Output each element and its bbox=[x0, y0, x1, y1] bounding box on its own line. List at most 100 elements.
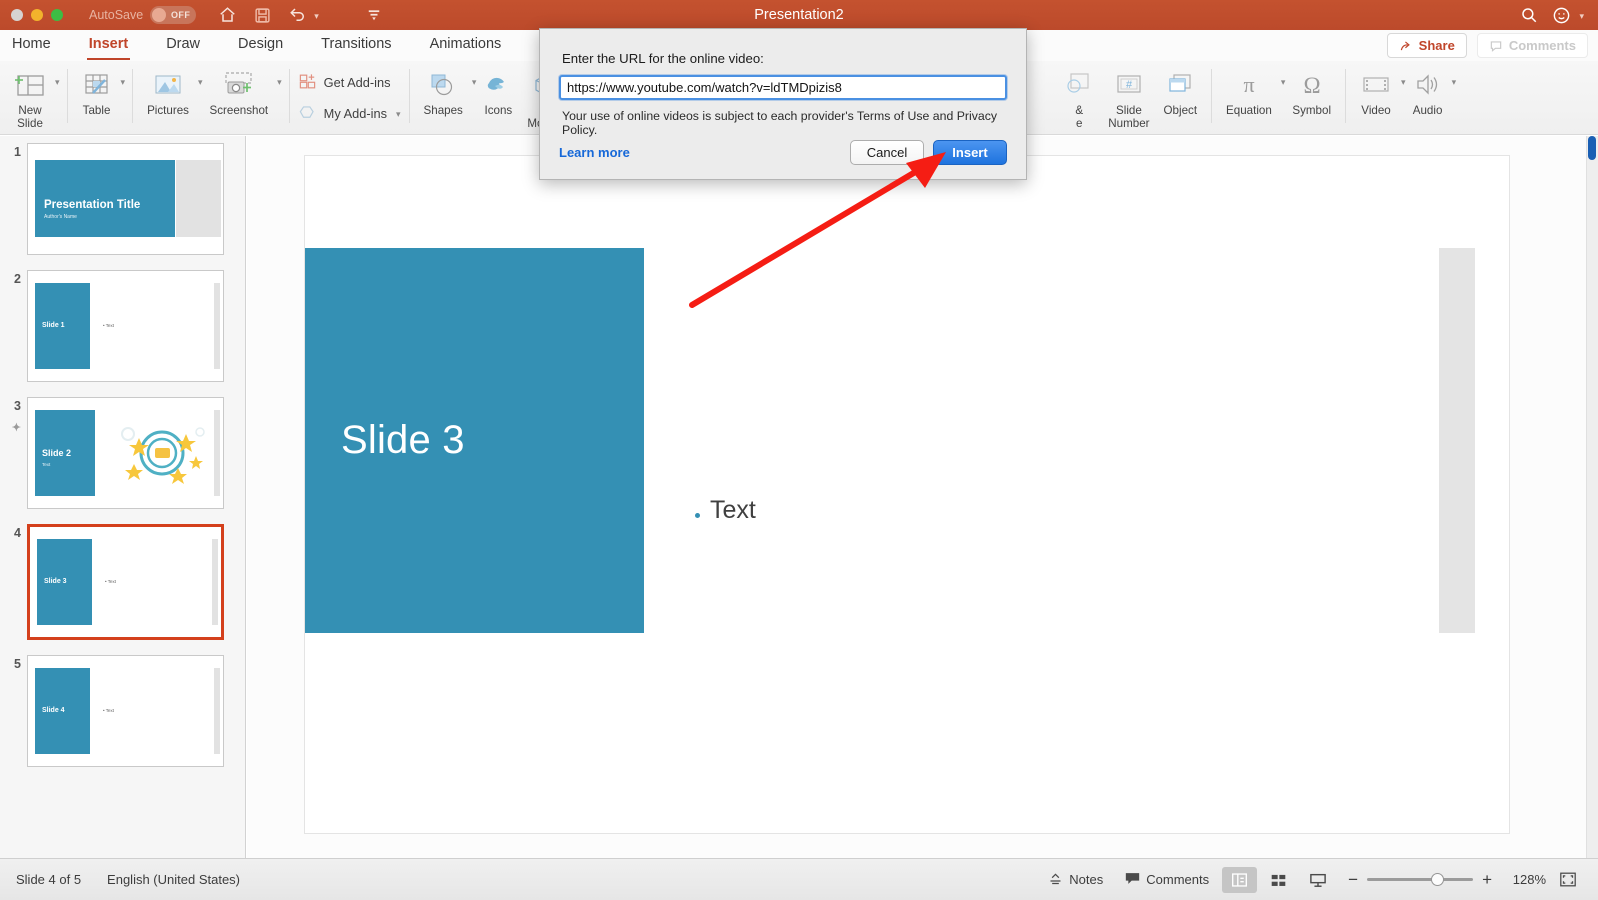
zoom-track[interactable] bbox=[1367, 873, 1474, 886]
my-addins-chevron-down-icon[interactable]: ▾ bbox=[396, 109, 401, 120]
autosave-toggle[interactable]: OFF bbox=[150, 6, 197, 24]
slide-canvas-area[interactable]: Slide 3 Text bbox=[247, 136, 1598, 858]
tab-animations[interactable]: Animations bbox=[430, 36, 502, 55]
home-icon[interactable] bbox=[218, 6, 237, 24]
autosave-knob bbox=[152, 8, 167, 22]
get-addins-button[interactable]: Get Add-ins bbox=[298, 72, 401, 94]
shapes-button[interactable]: Shapes bbox=[417, 61, 470, 118]
current-slide[interactable]: Slide 3 Text bbox=[305, 156, 1509, 833]
status-bar-right[interactable]: Notes Comments − + 128% bbox=[1039, 866, 1586, 893]
customize-toolbar-icon[interactable] bbox=[366, 8, 382, 22]
thumbnail-content: Presentation Title Author's Name bbox=[28, 144, 223, 254]
video-label: Video bbox=[1361, 104, 1391, 117]
minimize-window-button[interactable] bbox=[31, 9, 43, 21]
insert-video-dialog[interactable]: Enter the URL for the online video: http… bbox=[539, 28, 1027, 180]
zoom-in-button[interactable]: + bbox=[1482, 870, 1492, 890]
status-comments-button[interactable]: Comments bbox=[1116, 867, 1218, 893]
status-comments-label: Comments bbox=[1146, 872, 1210, 887]
undo-chevron-down-icon[interactable]: ▾ bbox=[314, 11, 319, 22]
header-footer-button[interactable]: & e bbox=[1057, 61, 1101, 130]
thumbnail-slide-3[interactable]: 3 ✦ Slide 2 Text bbox=[0, 397, 245, 509]
slide-sorter-view-button[interactable] bbox=[1261, 867, 1296, 893]
pictures-button[interactable]: Pictures bbox=[140, 61, 196, 118]
title-bar-actions[interactable]: ▾ bbox=[1520, 6, 1584, 25]
thumbnail-number: 4 bbox=[14, 526, 21, 540]
my-addins-icon bbox=[298, 103, 317, 125]
tab-home[interactable]: Home bbox=[12, 36, 51, 55]
canvas-scrollbar-thumb[interactable] bbox=[1588, 136, 1596, 160]
icons-button[interactable]: Icons bbox=[476, 61, 520, 118]
tab-draw[interactable]: Draw bbox=[166, 36, 200, 55]
thumbnail-frame[interactable]: Slide 2 Text bbox=[27, 397, 224, 509]
thumbnail-slide-5[interactable]: 5 Slide 4 • Text bbox=[0, 655, 245, 767]
thumbnail-frame[interactable]: Slide 4 • Text bbox=[27, 655, 224, 767]
thumbnail-number: 2 bbox=[14, 272, 21, 286]
zoom-knob[interactable] bbox=[1431, 873, 1445, 886]
slide-number-button[interactable]: # Slide Number bbox=[1101, 61, 1156, 130]
comments-button[interactable]: Comments bbox=[1476, 33, 1588, 58]
thumbnail-slide-1[interactable]: 1 Presentation Title Author's Name bbox=[0, 143, 245, 255]
language-indicator[interactable]: English (United States) bbox=[107, 872, 240, 887]
thumbnail-frame-selected[interactable]: Slide 3 • Text bbox=[27, 524, 224, 640]
window-controls[interactable] bbox=[11, 9, 63, 21]
slide-title-placeholder[interactable]: Slide 3 bbox=[305, 248, 644, 633]
video-button[interactable]: Video bbox=[1353, 61, 1399, 118]
new-slide-button[interactable]: New Slide bbox=[7, 61, 53, 130]
screenshot-chevron-down-icon[interactable]: ▾ bbox=[277, 77, 282, 88]
audio-chevron-down-icon[interactable]: ▾ bbox=[1452, 77, 1457, 88]
tab-insert[interactable]: Insert bbox=[86, 36, 130, 60]
zoom-out-button[interactable]: − bbox=[1348, 870, 1358, 890]
fit-to-window-button[interactable] bbox=[1550, 866, 1586, 893]
quick-access-toolbar[interactable]: ▾ bbox=[218, 6, 382, 24]
zoom-slider[interactable]: − + bbox=[1348, 870, 1492, 890]
account-chevron-down-icon[interactable]: ▾ bbox=[1579, 11, 1584, 22]
table-chevron-down-icon[interactable]: ▾ bbox=[121, 77, 126, 88]
notes-button[interactable]: Notes bbox=[1039, 867, 1112, 893]
table-button[interactable]: Table bbox=[75, 61, 119, 118]
slide-thumbnail-panel[interactable]: 1 Presentation Title Author's Name 2 Sli… bbox=[0, 136, 246, 858]
status-bar: Slide 4 of 5 English (United States) Not… bbox=[0, 858, 1598, 900]
audio-button[interactable]: Audio bbox=[1406, 61, 1450, 118]
object-label: Object bbox=[1163, 104, 1198, 117]
cancel-button[interactable]: Cancel bbox=[850, 140, 924, 165]
insert-button[interactable]: Insert bbox=[933, 140, 1007, 165]
screenshot-button[interactable]: Screenshot bbox=[202, 61, 275, 118]
equation-button[interactable]: π Equation bbox=[1219, 61, 1279, 118]
share-button[interactable]: Share bbox=[1386, 33, 1467, 58]
slide-right-placeholder[interactable] bbox=[1439, 248, 1475, 633]
thumbnail-frame[interactable]: Slide 1 • Text bbox=[27, 270, 224, 382]
autosave-label: AutoSave bbox=[89, 8, 144, 22]
undo-icon[interactable] bbox=[288, 6, 308, 24]
autosave-state: OFF bbox=[171, 10, 191, 20]
normal-view-button[interactable] bbox=[1222, 866, 1258, 893]
dialog-buttons[interactable]: Cancel Insert bbox=[850, 140, 1007, 165]
account-smiley-icon[interactable] bbox=[1552, 6, 1571, 25]
learn-more-link[interactable]: Learn more bbox=[559, 145, 630, 160]
slideshow-view-button[interactable] bbox=[1300, 867, 1336, 893]
thumbnail-slide-2[interactable]: 2 Slide 1 • Text bbox=[0, 270, 245, 382]
maximize-window-button[interactable] bbox=[51, 9, 63, 21]
tab-transitions[interactable]: Transitions bbox=[321, 36, 391, 55]
screenshot-label: Screenshot bbox=[209, 104, 269, 117]
dialog-footer: Learn more Cancel Insert bbox=[540, 140, 1026, 165]
thumbnail-slide-4[interactable]: 4 Slide 3 • Text bbox=[0, 524, 245, 640]
close-window-button[interactable] bbox=[11, 9, 23, 21]
new-slide-icon bbox=[14, 66, 46, 104]
equation-icon: π bbox=[1234, 66, 1264, 104]
object-button[interactable]: Object bbox=[1157, 61, 1205, 118]
thumbnail-number: 3 ✦ bbox=[0, 397, 27, 434]
symbol-button[interactable]: Ω Symbol bbox=[1285, 61, 1338, 118]
screenshot-icon bbox=[222, 66, 256, 104]
canvas-vertical-scrollbar[interactable] bbox=[1586, 136, 1598, 858]
my-addins-button[interactable]: My Add-ins ▾ bbox=[298, 103, 401, 125]
search-icon[interactable] bbox=[1520, 6, 1538, 24]
autosave-control[interactable]: AutoSave OFF bbox=[89, 6, 197, 24]
slide-body-placeholder[interactable]: Text bbox=[695, 496, 756, 525]
tab-strip-actions[interactable]: Share Comments bbox=[1386, 33, 1588, 58]
new-slide-chevron-down-icon[interactable]: ▾ bbox=[55, 77, 60, 88]
video-url-input[interactable]: https://www.youtube.com/watch?v=ldTMDpiz… bbox=[559, 75, 1007, 100]
save-icon[interactable] bbox=[254, 7, 271, 24]
thumbnail-frame[interactable]: Presentation Title Author's Name bbox=[27, 143, 224, 255]
bullet-icon bbox=[695, 513, 700, 518]
tab-design[interactable]: Design bbox=[238, 36, 283, 55]
